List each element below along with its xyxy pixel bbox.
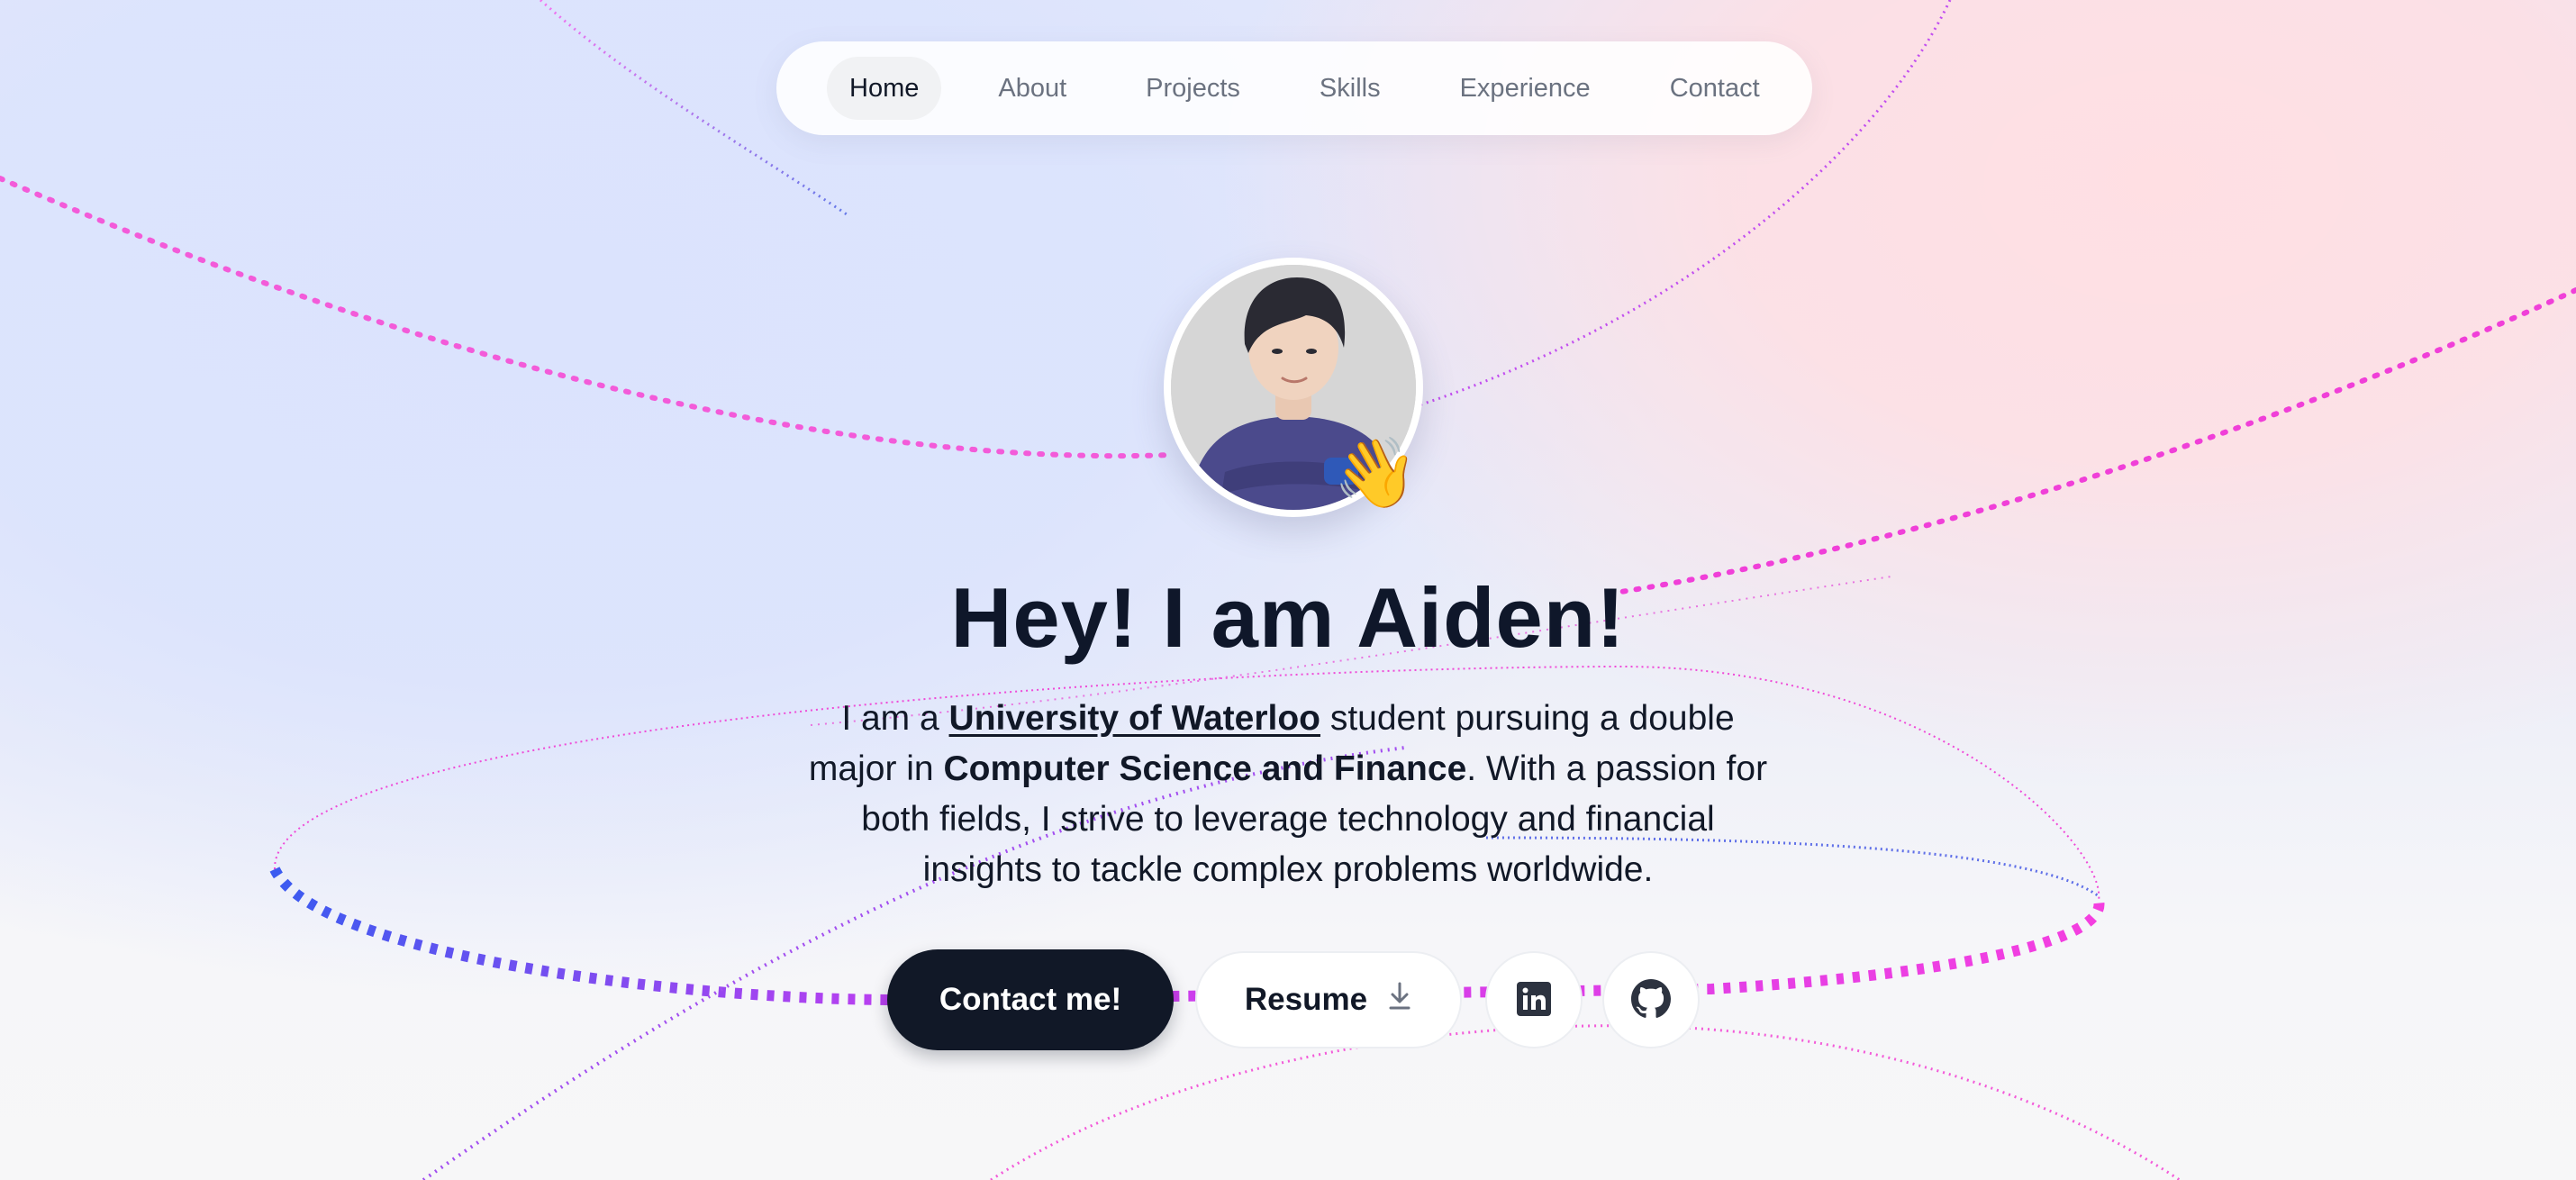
top-navigation: Home About Projects Skills Experience Co… (776, 41, 1812, 135)
download-icon (1387, 982, 1412, 1019)
nav-item-about[interactable]: About (975, 57, 1089, 120)
github-button[interactable] (1602, 951, 1700, 1048)
resume-button-label: Resume (1244, 982, 1368, 1017)
intro-text: I am a (841, 699, 949, 738)
intro-paragraph: I am a University of Waterloo student pu… (802, 694, 1774, 895)
nav-item-projects[interactable]: Projects (1123, 57, 1263, 120)
nav-item-experience[interactable]: Experience (1438, 57, 1613, 120)
major-highlight: Computer Science and Finance (943, 749, 1467, 788)
resume-button[interactable]: Resume (1195, 951, 1462, 1048)
contact-me-button[interactable]: Contact me! (887, 949, 1174, 1050)
linkedin-icon (1517, 981, 1551, 1019)
nav-item-contact[interactable]: Contact (1647, 57, 1782, 120)
linkedin-button[interactable] (1485, 951, 1583, 1048)
nav-item-home[interactable]: Home (827, 57, 942, 120)
page-title: Hey! I am Aiden! (950, 570, 1626, 665)
university-link[interactable]: University of Waterloo (949, 699, 1320, 738)
github-icon (1631, 978, 1671, 1021)
waving-hand-icon: 👋 (1333, 435, 1419, 512)
nav-item-skills[interactable]: Skills (1297, 57, 1403, 120)
